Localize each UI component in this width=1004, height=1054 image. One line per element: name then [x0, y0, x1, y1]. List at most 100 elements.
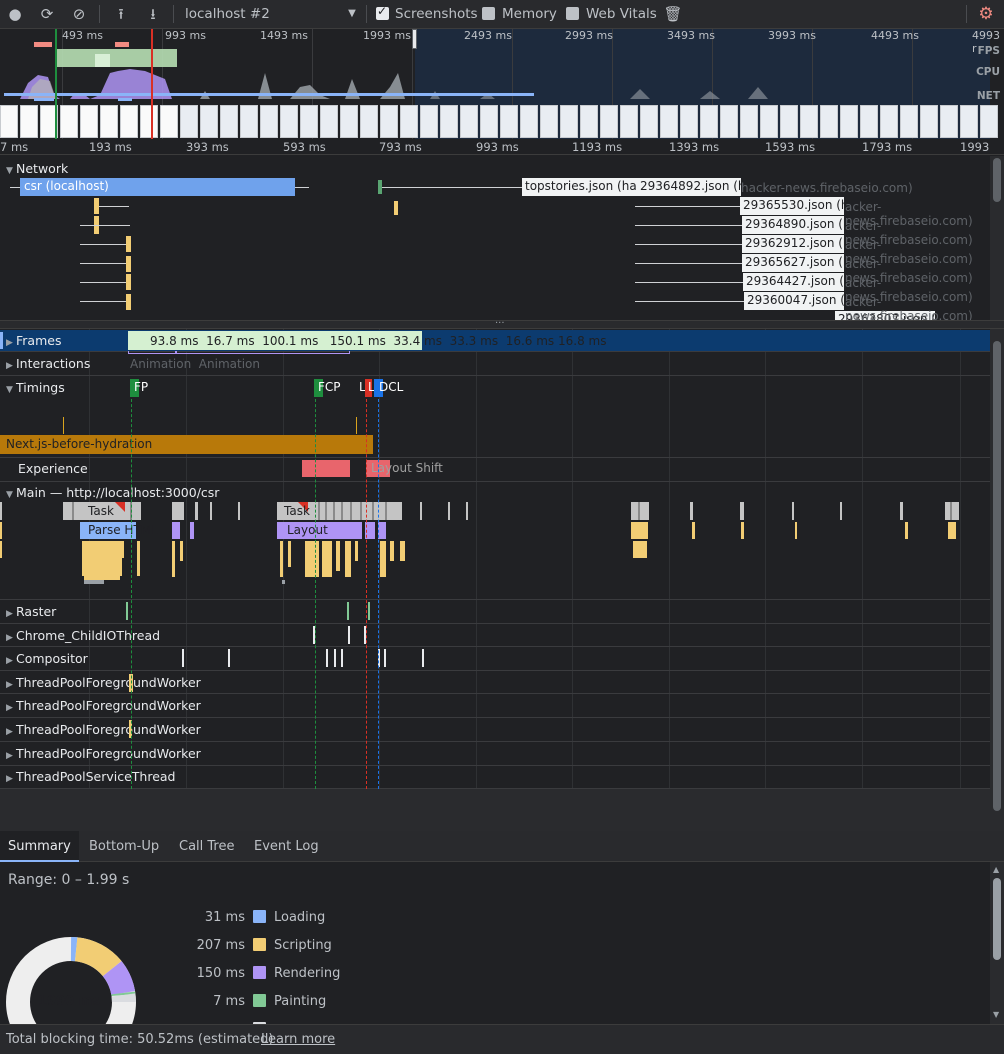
fp-marker[interactable]: FP	[134, 380, 148, 394]
network-request[interactable]: 29364892.json (hacker-news.firebaseio.co…	[637, 178, 741, 196]
loading-swatch	[253, 910, 266, 923]
tracks-scrollbar[interactable]	[990, 329, 1004, 831]
scripting-swatch	[253, 938, 266, 951]
childio-track-header[interactable]: ▶ Chrome_ChildIOThread	[6, 628, 160, 643]
dcl-marker[interactable]: DCL	[379, 380, 403, 394]
layout-label: Layout	[287, 523, 328, 537]
threadpool-worker-track-header[interactable]: ▶ ThreadPoolForegroundWorker	[6, 746, 201, 761]
expand-triangle-icon: ▶	[6, 361, 13, 371]
raster-track-header[interactable]: ▶ Raster	[6, 604, 56, 619]
rendering-label: Rendering	[274, 966, 341, 981]
expand-triangle-icon: ▼	[6, 385, 13, 395]
interactions-track-header[interactable]: ▶ Interactions	[6, 356, 90, 371]
split-resizer[interactable]: ···	[0, 318, 1004, 329]
learn-more-link[interactable]: Learn more	[261, 1032, 335, 1047]
fps-red-bar	[115, 42, 129, 47]
threadpool-worker-track-header[interactable]: ▶ ThreadPoolForegroundWorker	[6, 675, 201, 690]
overview-tick: 493 ms	[62, 29, 103, 42]
summary-pie: 1990 ms	[0, 920, 150, 1024]
threadpool-worker-track-header[interactable]: ▶ ThreadPoolForegroundWorker	[6, 722, 201, 737]
total-blocking-time: Total blocking time: 50.52ms (estimated)	[6, 1032, 274, 1047]
overview-window-handle[interactable]	[412, 29, 417, 49]
painting-value: 7 ms	[213, 994, 245, 1009]
chevron-down-icon[interactable]: ▼	[342, 4, 362, 24]
network-track-header[interactable]: ▼ Network	[6, 161, 68, 176]
frame-durations: 93.8 ms 16.7 ms 100.1 ms 150.1 ms 33.4 m…	[150, 334, 607, 348]
scripting-label: Scripting	[274, 938, 332, 953]
performance-toolbar: ● ⟳ ⊘ ⭱ ⭳ localhost #2 ▼ Screenshots Mem…	[0, 0, 1004, 29]
flamechart-area: ▶ Frames 93.8 ms 16.7 ms 100.1 ms 150.1 m…	[0, 329, 990, 831]
webvitals-label: Web Vitals	[586, 6, 657, 22]
net-bar	[4, 93, 534, 96]
network-request[interactable]: 29364890.json (hacker-news.firebaseio.co…	[742, 216, 844, 234]
memory-checkbox[interactable]	[482, 7, 495, 20]
ruler-tick: 793 ms	[379, 140, 422, 154]
network-request[interactable]: 29364427.json (hacker-news.firebaseio.co…	[743, 273, 844, 291]
overview-tick: 1493 ms	[260, 29, 308, 42]
save-profile-icon[interactable]: ⭳	[143, 4, 163, 24]
network-request[interactable]: 29360047.json (hacker-news.firebaseio.co…	[744, 292, 844, 310]
timings-track-header[interactable]: ▼ Timings	[6, 380, 65, 395]
network-scrollbar[interactable]	[990, 156, 1004, 320]
loading-value: 31 ms	[204, 910, 245, 925]
timeline-overview[interactable]: 493 ms 993 ms 1493 ms 1993 ms 2493 ms 29…	[0, 29, 1004, 139]
experience-track-header[interactable]: Experience	[18, 461, 88, 476]
expand-triangle-icon: ▶	[6, 656, 13, 666]
request-label: csr (localhost)	[24, 179, 109, 193]
tab-bottom-up[interactable]: Bottom-Up	[81, 831, 167, 862]
settings-gear-icon[interactable]: ⚙	[976, 4, 996, 24]
ruler-tick: 1793 ms	[862, 140, 913, 154]
network-request[interactable]: topstories.json (hacker-news.firebaseio.…	[522, 178, 637, 196]
expand-triangle-icon: ▼	[6, 166, 13, 176]
profile-select[interactable]: localhost #2	[185, 6, 270, 22]
tab-event-log[interactable]: Event Log	[246, 831, 327, 862]
summary-scrollbar[interactable]: ▲ ▼	[990, 862, 1004, 1024]
compositor-track-header[interactable]: ▶ Compositor	[6, 651, 88, 666]
trash-icon[interactable]: 🗑	[663, 4, 683, 24]
screenshots-filmstrip[interactable]: document.write(Array.from({length:50},(_…	[0, 104, 998, 139]
animation-labels: Animation Animation	[130, 357, 260, 371]
details-tabs: Summary Bottom-Up Call Tree Event Log	[0, 831, 1004, 862]
threadpool-worker-track-header[interactable]: ▶ ThreadPoolForegroundWorker	[6, 698, 201, 713]
overview-tick: 993 ms	[165, 29, 206, 42]
ruler-tick: 993 ms	[476, 140, 519, 154]
network-request[interactable]: 29365627.json (hacker-news.firebaseio.co…	[742, 254, 844, 272]
task-label: Task	[88, 504, 114, 518]
total-time: 1990 ms	[38, 994, 100, 1009]
range-text: Range: 0 – 1.99 s	[8, 872, 130, 888]
expand-triangle-icon: ▶	[6, 680, 13, 690]
layout-shift-cluster[interactable]	[302, 460, 350, 477]
expand-triangle-icon: ▶	[6, 609, 13, 619]
tab-summary[interactable]: Summary	[0, 831, 79, 862]
fps-label: FPS	[977, 45, 1000, 57]
record-icon[interactable]: ●	[5, 4, 25, 24]
webvitals-checkbox[interactable]	[566, 7, 579, 20]
ruler-tick: 1993	[960, 140, 990, 154]
ruler-tick: 1593 ms	[765, 140, 816, 154]
fps-red-bar	[34, 42, 52, 47]
overview-tick: 4493 ms	[871, 29, 919, 42]
painting-swatch	[253, 994, 266, 1007]
reload-record-icon[interactable]: ⟳	[37, 4, 57, 24]
main-thread-flamechart[interactable]	[0, 501, 990, 601]
overview-tick: 2493 ms	[464, 29, 512, 42]
tab-call-tree[interactable]: Call Tree	[171, 831, 243, 862]
overview-tick: 3993 ms	[768, 29, 816, 42]
clear-icon[interactable]: ⊘	[69, 4, 89, 24]
network-request[interactable]: 29362912.json (hacker-news.firebaseio.co…	[742, 235, 844, 253]
network-request[interactable]: 29365530.json (hacker-news.firebaseio.co…	[740, 197, 844, 215]
frames-track-header[interactable]: ▶ Frames	[6, 333, 61, 348]
loading-label: Loading	[274, 910, 326, 925]
fcp-marker[interactable]: FCP	[318, 380, 341, 394]
main-thread-track-header[interactable]: ▼ Main — http://localhost:3000/csr	[6, 485, 219, 500]
screenshots-checkbox[interactable]	[376, 4, 389, 20]
expand-triangle-icon: ▶	[6, 703, 13, 713]
rendering-value: 150 ms	[196, 966, 245, 981]
ruler-tick: 1193 ms	[572, 140, 623, 154]
rendering-swatch	[253, 966, 266, 979]
overview-tick: 2993 ms	[565, 29, 613, 42]
summary-panel: Range: 0 – 1.99 s 1990 ms 31 ms Loading …	[0, 862, 990, 1035]
expand-triangle-icon: ▶	[6, 633, 13, 643]
load-profile-icon[interactable]: ⭱	[111, 4, 131, 24]
threadpool-service-track-header[interactable]: ▶ ThreadPoolServiceThread	[6, 769, 175, 784]
